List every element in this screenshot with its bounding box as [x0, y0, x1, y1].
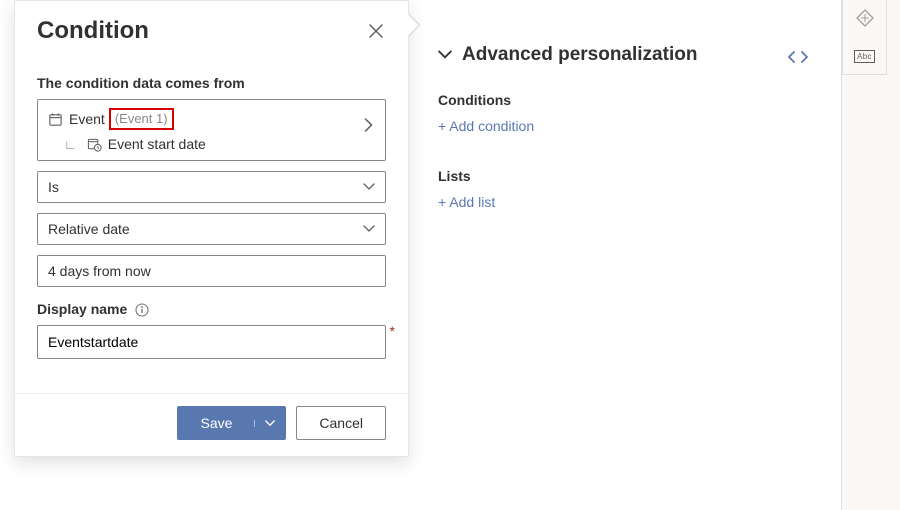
advanced-personalization-panel: Advanced personalization Conditions + Ad… — [438, 44, 818, 210]
cancel-button-label: Cancel — [319, 415, 363, 431]
advanced-personalization-title: Advanced personalization — [462, 44, 697, 66]
chevron-down-icon — [265, 420, 275, 427]
tree-branch-icon: ∟ — [64, 137, 77, 152]
condition-panel: Condition The condition data comes from … — [14, 0, 409, 457]
info-icon[interactable] — [135, 303, 149, 317]
abc-icon: Abc — [854, 50, 875, 63]
event-child-label: Event start date — [108, 136, 206, 152]
chevron-down-icon — [363, 183, 375, 191]
tag-tool-button[interactable] — [851, 6, 879, 30]
event-label: Event — [69, 111, 105, 127]
display-name-label: Display name — [37, 301, 386, 317]
display-name-input[interactable] — [37, 325, 386, 359]
calendar-icon — [48, 112, 63, 127]
close-button[interactable] — [366, 21, 386, 41]
add-list-link[interactable]: + Add list — [438, 194, 818, 210]
code-icon — [788, 50, 808, 64]
panel-footer: Save Cancel — [15, 393, 408, 456]
conditions-header: Conditions — [438, 92, 818, 108]
chevron-right-icon — [364, 118, 373, 132]
chevron-down-icon — [438, 50, 452, 60]
calendar-clock-icon — [87, 137, 102, 152]
advanced-personalization-toggle[interactable]: Advanced personalization — [438, 44, 818, 66]
save-button-label: Save — [178, 415, 254, 431]
panel-title: Condition — [37, 17, 149, 45]
operator-value: Is — [48, 179, 59, 195]
text-tool-button[interactable]: Abc — [851, 44, 879, 68]
add-condition-link[interactable]: + Add condition — [438, 118, 818, 134]
chevron-down-icon — [363, 225, 375, 233]
event-highlight: (Event 1) — [109, 108, 174, 130]
date-value-text: 4 days from now — [48, 263, 151, 279]
operator-select[interactable]: Is — [37, 171, 386, 203]
side-toolbar: Abc — [842, 0, 887, 75]
event-sublabel: (Event 1) — [115, 111, 168, 126]
source-selector[interactable]: Event (Event 1) ∟ Event start date — [37, 99, 386, 161]
cancel-button[interactable]: Cancel — [296, 406, 386, 440]
close-icon — [369, 24, 383, 38]
tag-icon — [856, 9, 874, 27]
date-mode-select[interactable]: Relative date — [37, 213, 386, 245]
save-split-button[interactable] — [254, 420, 285, 427]
source-label: The condition data comes from — [37, 75, 386, 91]
required-indicator: * — [390, 323, 395, 339]
date-value-display[interactable]: 4 days from now — [37, 255, 386, 287]
date-mode-value: Relative date — [48, 221, 130, 237]
code-view-button[interactable] — [788, 50, 808, 64]
save-button[interactable]: Save — [177, 406, 286, 440]
lists-header: Lists — [438, 168, 818, 184]
